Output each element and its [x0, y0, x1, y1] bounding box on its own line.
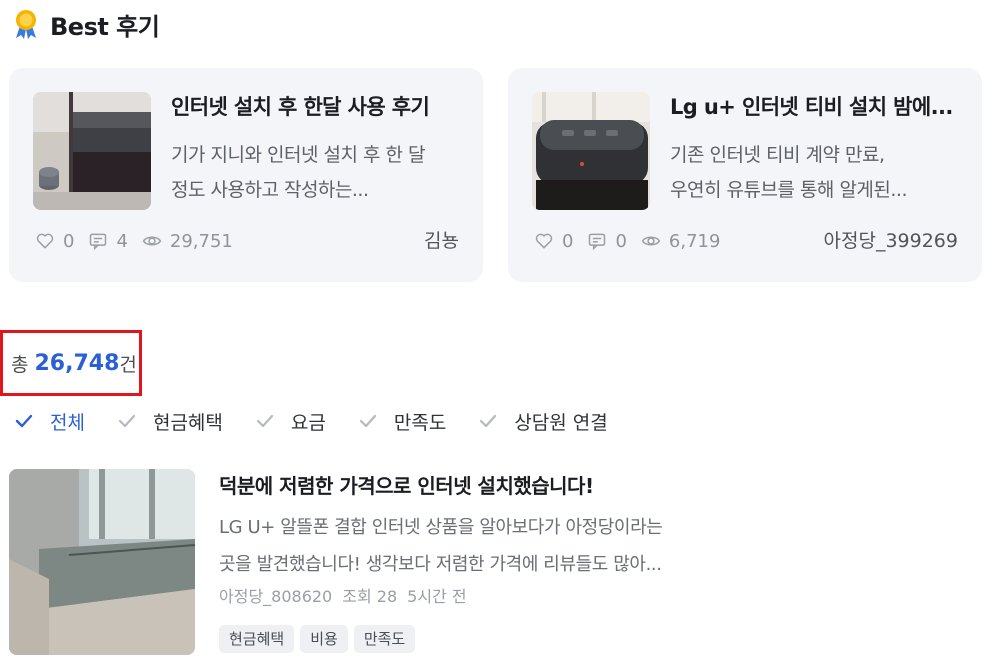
- view-stat: 29,751: [142, 231, 233, 252]
- medal-icon: [16, 10, 36, 39]
- best-review-card[interactable]: Lg u+ 인터넷 티비 설치 밤에... 기존 인터넷 티비 계약 만료, 우…: [508, 68, 982, 282]
- filter-satisfaction[interactable]: 만족도: [358, 408, 446, 435]
- review-thumbnail[interactable]: [33, 92, 151, 210]
- filter-all[interactable]: 전체: [14, 408, 85, 435]
- like-stat[interactable]: 0: [534, 231, 573, 252]
- review-excerpt: 기가 지니와 인터넷 설치 후 한 달 정도 사용하고 작성하는...: [171, 144, 425, 201]
- heart-icon: [535, 233, 553, 249]
- tag[interactable]: 비용: [300, 625, 348, 653]
- post-time: 5시간 전: [407, 587, 467, 606]
- total-suffix: 건: [119, 353, 137, 376]
- review-author: 김뇽: [424, 230, 459, 252]
- review-stats: 0 4 29,751: [35, 228, 247, 254]
- review-excerpt: 기존 인터넷 티비 계약 만료, 우연히 유튜브를 통해 알게된...: [670, 144, 908, 201]
- post-title[interactable]: 덕분에 저렴한 가격으로 인터넷 설치했습니다!: [219, 471, 594, 501]
- post-excerpt: LG U+ 알뜰폰 결합 인터넷 상품을 알아보다가 아정당이라는 곳을 발견했…: [219, 517, 663, 575]
- total-prefix: 총: [11, 353, 29, 376]
- post-views: 조회 28: [342, 587, 398, 606]
- best-reviews-header: Best 후기: [12, 6, 160, 42]
- eye-icon: [142, 236, 162, 246]
- like-stat[interactable]: 0: [35, 231, 74, 252]
- view-stat: 6,719: [641, 231, 720, 252]
- comment-stat: 4: [88, 231, 128, 252]
- review-stats: 0 0 6,719: [534, 228, 734, 254]
- filter-cash-benefit[interactable]: 현금혜택: [117, 408, 223, 435]
- post-thumbnail[interactable]: [9, 469, 195, 655]
- post-meta: 아정당_808620 조회 28 5시간 전: [219, 585, 467, 609]
- check-icon: [480, 414, 497, 428]
- comment-icon: [90, 233, 107, 251]
- best-review-card[interactable]: 인터넷 설치 후 한달 사용 후기 기가 지니와 인터넷 설치 후 한 달 정도…: [9, 68, 483, 282]
- section-title: Best 후기: [50, 12, 160, 41]
- filter-agent-connect[interactable]: 상담원 연결: [478, 408, 608, 435]
- eye-icon: [641, 236, 661, 246]
- check-icon: [256, 414, 273, 428]
- comment-icon: [589, 233, 606, 251]
- review-list-item[interactable]: 덕분에 저렴한 가격으로 인터넷 설치했습니다! LG U+ 알뜰폰 결합 인터…: [9, 469, 739, 659]
- total-count: 26,748: [34, 350, 120, 376]
- review-author: 아정당_399269: [823, 230, 958, 252]
- heart-icon: [36, 233, 54, 249]
- post-tags: 현금혜택 비용 만족도: [219, 625, 416, 653]
- review-title[interactable]: 인터넷 설치 후 한달 사용 후기: [171, 92, 471, 122]
- review-title[interactable]: Lg u+ 인터넷 티비 설치 밤에...: [670, 92, 970, 122]
- check-icon: [118, 414, 136, 428]
- filter-price[interactable]: 요금: [255, 408, 326, 435]
- check-icon: [15, 414, 33, 428]
- tag[interactable]: 만족도: [353, 625, 416, 653]
- review-thumbnail[interactable]: [532, 92, 650, 210]
- total-count-box: 총 26,748 건: [0, 330, 142, 396]
- filter-bar: 전체 현금혜택 요금 만족도 상담원 연결: [14, 405, 640, 437]
- comment-stat: 0: [587, 231, 627, 252]
- check-icon: [359, 414, 376, 428]
- post-author: 아정당_808620: [219, 587, 333, 606]
- tag[interactable]: 현금혜택: [219, 625, 295, 653]
